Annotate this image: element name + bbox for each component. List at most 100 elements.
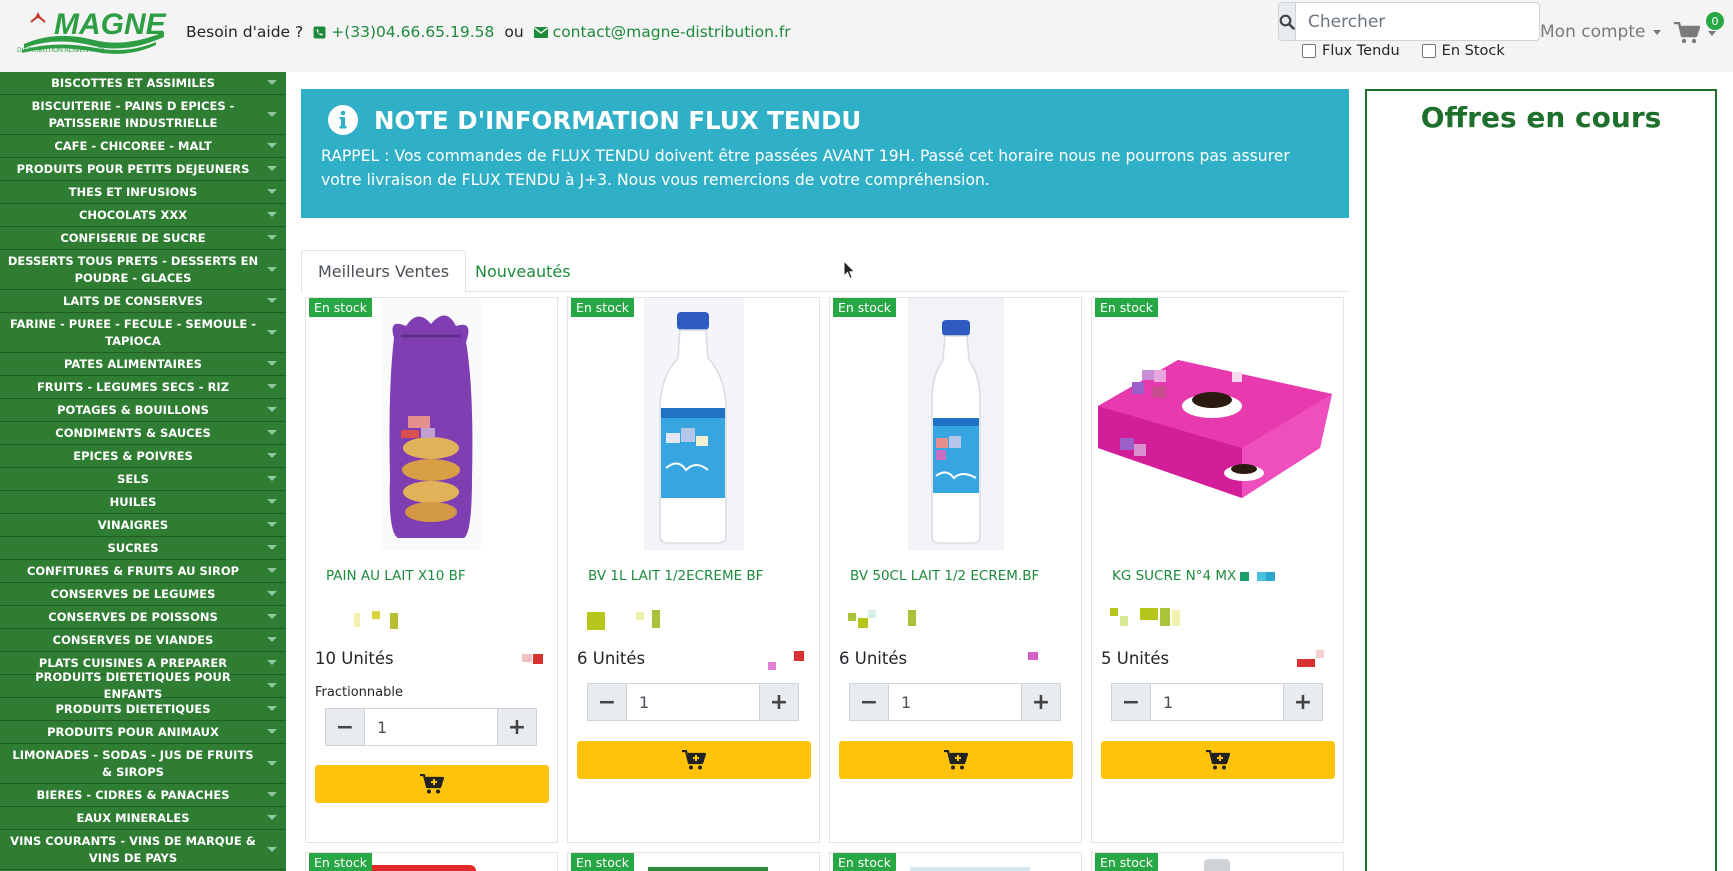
chevron-down-icon[interactable] [267,266,277,272]
decrement-button[interactable]: − [325,708,365,746]
product-image[interactable] [830,298,1083,550]
sidebar-item[interactable]: PRODUITS POUR ANIMAUX [0,721,286,744]
cart-button[interactable]: 0 [1674,12,1724,48]
sidebar-item[interactable]: CONSERVES DE VIANDES [0,629,286,652]
sidebar-item[interactable]: POTAGES & BOUILLONS [0,399,286,422]
add-to-cart-button[interactable] [577,741,811,779]
sidebar-item[interactable]: VINS COURANTS - VINS DE MARQUE & VINS DE… [0,830,286,870]
chevron-down-icon[interactable] [267,166,277,171]
chevron-down-icon[interactable] [267,545,277,550]
chevron-down-icon[interactable] [267,111,277,117]
sidebar-item[interactable]: FRUITS - LEGUMES SECS - RIZ [0,376,286,399]
chevron-down-icon[interactable] [267,706,277,711]
increment-button[interactable]: + [759,683,799,721]
chevron-down-icon[interactable] [267,361,277,366]
sidebar-item[interactable]: CONSERVES DE POISSONS [0,606,286,629]
chevron-down-icon[interactable] [267,637,277,642]
decrement-button[interactable]: − [587,683,627,721]
sidebar-item[interactable]: PATES ALIMENTAIRES [0,353,286,376]
sidebar-item[interactable]: HUILES [0,491,286,514]
product-name[interactable]: BV 50CL LAIT 1/2 ECREM.BF [850,568,1075,584]
product-name[interactable]: KG SUCRE N°4 MX [1112,568,1337,584]
tab-meilleurs-ventes[interactable]: Meilleurs Ventes [301,250,467,293]
tab-nouveautes[interactable]: Nouveautés [459,250,587,292]
sidebar-item[interactable]: EPICES & POIVRES [0,445,286,468]
sidebar-item[interactable]: CONSERVES DE LEGUMES [0,583,286,606]
sidebar-item[interactable]: SUCRES [0,537,286,560]
quantity-input[interactable]: 1 [627,683,759,721]
chevron-down-icon[interactable] [267,568,277,573]
sidebar-item[interactable]: FARINE - PUREE - FECULE - SEMOULE - TAPI… [0,313,286,353]
sidebar-item[interactable]: DESSERTS TOUS PRETS - DESSERTS EN POUDRE… [0,250,286,290]
chevron-down-icon[interactable] [267,384,277,389]
increment-button[interactable]: + [1021,683,1061,721]
chevron-down-icon[interactable] [267,614,277,619]
sidebar-item[interactable]: CHOCOLATS XXX [0,204,286,227]
account-menu[interactable]: Mon compte [1540,22,1662,42]
chevron-down-icon[interactable] [267,815,277,820]
chevron-down-icon[interactable] [267,298,277,303]
product-card[interactable]: En stock [305,852,558,871]
decrement-button[interactable]: − [1111,683,1151,721]
product-name[interactable]: PAIN AU LAIT X10 BF [326,568,551,584]
chevron-down-icon[interactable] [267,729,277,734]
sidebar-item[interactable]: CONFISERIE DE SUCRE [0,227,286,250]
decrement-button[interactable]: − [849,683,889,721]
quantity-input[interactable]: 1 [365,708,497,746]
sidebar-item[interactable]: LAITS DE CONSERVES [0,290,286,313]
product-image[interactable] [1092,298,1345,550]
sidebar-item[interactable]: THES ET INFUSIONS [0,181,286,204]
increment-button[interactable]: + [497,708,537,746]
chevron-down-icon[interactable] [267,792,277,797]
sidebar-item[interactable]: VINAIGRES [0,514,286,537]
sidebar-item[interactable]: PRODUITS POUR PETITS DEJEUNERS [0,158,286,181]
chevron-down-icon[interactable] [267,189,277,194]
sidebar-item[interactable]: PRODUITS DIETETIQUES POUR ENFANTS [0,670,286,701]
chevron-down-icon[interactable] [267,453,277,458]
add-to-cart-button[interactable] [315,765,549,803]
chevron-down-icon[interactable] [267,430,277,435]
product-card[interactable]: En stock [567,852,820,871]
chevron-down-icon[interactable] [267,143,277,148]
increment-button[interactable]: + [1283,683,1323,721]
en-stock-checkbox[interactable] [1421,44,1436,58]
quantity-input[interactable]: 1 [1151,683,1283,721]
product-card[interactable]: En stock [829,852,1082,871]
flux-tendu-checkbox[interactable] [1302,44,1316,58]
chevron-down-icon[interactable] [267,660,277,665]
chevron-down-icon[interactable] [267,683,277,688]
chevron-down-icon[interactable] [267,522,277,527]
add-to-cart-button[interactable] [1101,741,1335,779]
quantity-input[interactable]: 1 [889,683,1021,721]
sidebar-item[interactable]: PRODUITS DIETETIQUES [0,698,286,721]
filter-en-stock[interactable]: En Stock [1421,43,1505,59]
email-link[interactable]: contact@magne-distribution.fr [533,23,791,41]
sidebar-item[interactable]: CONFITURES & FRUITS AU SIROP [0,560,286,583]
chevron-down-icon[interactable] [267,235,277,240]
search-button[interactable] [1278,2,1296,41]
chevron-down-icon[interactable] [267,80,277,85]
sidebar-item[interactable]: SELS [0,468,286,491]
sidebar-item[interactable]: BISCOTTES ET ASSIMILES [0,72,286,95]
sidebar-item[interactable]: BIERES - CIDRES & PANACHES [0,784,286,807]
sidebar-item[interactable]: CAFE - CHICOREE - MALT [0,135,286,158]
product-image[interactable] [568,298,821,550]
chevron-down-icon[interactable] [267,407,277,412]
chevron-down-icon[interactable] [267,760,277,766]
product-card[interactable]: En stock [1091,852,1344,871]
magne-logo[interactable]: MAGNE DISTRIBUTION ALIMENTAIRE [16,8,166,58]
add-to-cart-button[interactable] [839,741,1073,779]
product-name[interactable]: BV 1L LAIT 1/2ECREME BF [588,568,813,584]
sidebar-item[interactable]: EAUX MINERALES [0,807,286,830]
chevron-down-icon[interactable] [267,212,277,217]
product-image[interactable] [306,298,559,550]
chevron-down-icon[interactable] [267,476,277,481]
filter-flux-tendu[interactable]: Flux Tendu [1302,43,1400,59]
sidebar-item[interactable]: CONDIMENTS & SAUCES [0,422,286,445]
chevron-down-icon[interactable] [267,591,277,596]
phone-link[interactable]: +(33)04.66.65.19.58 [313,23,494,41]
chevron-down-icon[interactable] [267,846,277,852]
sidebar-item[interactable]: LIMONADES - SODAS - JUS DE FRUITS & SIRO… [0,744,286,784]
sidebar-item[interactable]: BISCUITERIE - PAINS D EPICES - PATISSERI… [0,95,286,135]
chevron-down-icon[interactable] [267,329,277,335]
